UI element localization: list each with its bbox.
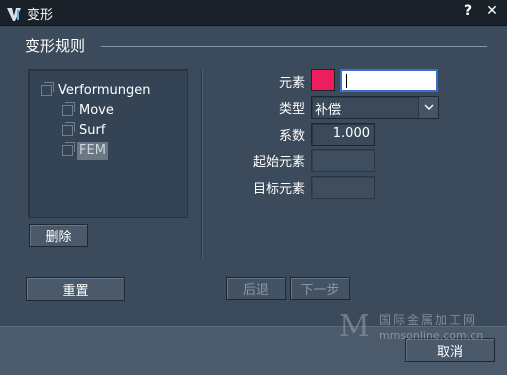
chevron-down-icon: [424, 104, 434, 110]
type-label: 类型: [278, 102, 305, 117]
back-button[interactable]: 后退: [226, 277, 286, 300]
tree-item-label: Surf: [79, 123, 106, 138]
node-icon: [62, 142, 75, 156]
help-button[interactable]: ?: [460, 3, 476, 21]
tree-item-label: Move: [79, 103, 114, 118]
node-icon: [41, 82, 54, 96]
start-element-input[interactable]: [311, 149, 375, 172]
cancel-button[interactable]: 取消: [405, 338, 495, 362]
dialog-body: 变形规则 Verformungen Move Surf FEM 删除 元素 类型…: [0, 27, 507, 375]
dropdown-arrow[interactable]: [418, 97, 438, 118]
window-title: 变形: [27, 8, 54, 23]
tree-item-label-selected: FEM: [77, 142, 108, 160]
coef-label: 系数: [278, 129, 305, 144]
target-element-label: 目标元素: [252, 182, 305, 197]
start-element-label: 起始元素: [252, 155, 305, 170]
element-input[interactable]: [340, 69, 438, 92]
section-divider: [101, 46, 487, 47]
close-button[interactable]: ✕: [484, 3, 500, 21]
type-select-value: 补偿: [315, 103, 342, 118]
element-color-swatch[interactable]: [311, 69, 335, 91]
coef-input[interactable]: 1.000: [311, 123, 375, 146]
title-bar: 变形 ? ✕: [0, 0, 507, 26]
section-title: 变形规则: [25, 37, 86, 55]
reset-button[interactable]: 重置: [26, 277, 125, 301]
app-logo-icon: [7, 8, 21, 21]
target-element-input[interactable]: [311, 176, 375, 199]
deformation-tree[interactable]: Verformungen Move Surf FEM: [28, 69, 188, 218]
node-icon: [62, 102, 75, 116]
delete-button[interactable]: 删除: [29, 224, 88, 247]
element-label: 元素: [278, 76, 305, 91]
vertical-divider: [201, 69, 202, 259]
text-caret: [346, 74, 347, 88]
node-icon: [62, 122, 75, 136]
type-select[interactable]: 补偿: [311, 96, 439, 119]
tree-item-label: Verformungen: [58, 83, 151, 98]
next-button[interactable]: 下一步: [290, 277, 350, 300]
